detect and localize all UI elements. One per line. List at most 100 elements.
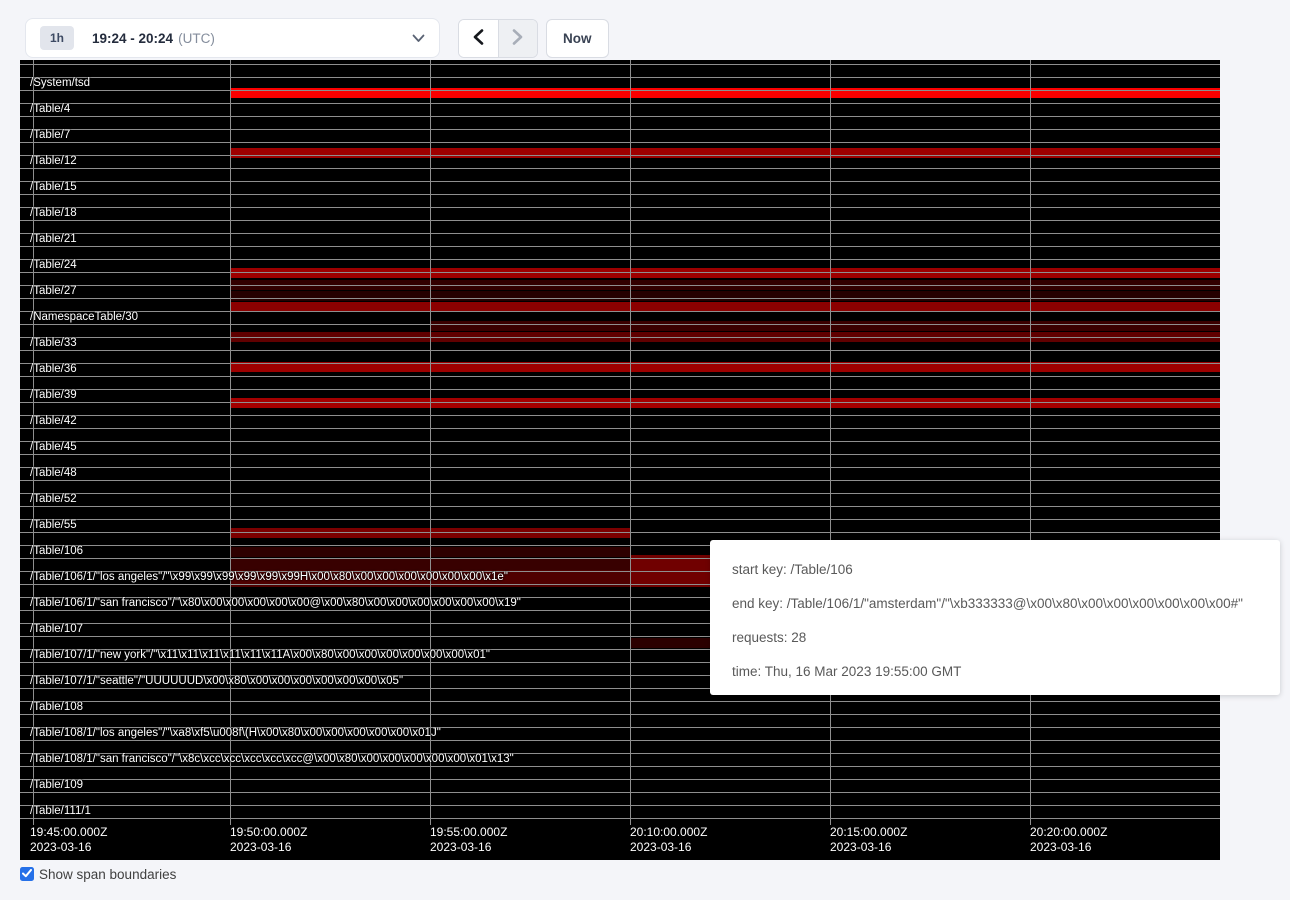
span-label: /Table/33 [30,337,77,350]
span-boundary-line [20,506,1220,507]
chevron-right-icon [512,29,523,48]
span-label: /System/tsd [30,77,90,90]
span-boundary-line [20,168,1220,169]
time-gridline [430,60,431,825]
span-label: /Table/108/1/"san francisco"/"\x8c\xcc\x… [30,753,514,766]
span-boundary-line [20,363,1220,364]
span-boundary-line [20,376,1220,377]
span-boundary-line [20,103,1220,104]
span-label: /Table/36 [30,363,77,376]
span-boundary-line [20,90,1220,91]
heat-band[interactable] [230,291,1220,301]
span-boundary-line [20,220,1220,221]
span-label: /Table/12 [30,155,77,168]
time-gridline [230,60,231,825]
span-label: /Table/106/1/"los angeles"/"\x99\x99\x99… [30,571,508,584]
span-label: /Table/18 [30,207,77,220]
previous-interval-button[interactable] [459,20,498,57]
span-boundary-line [20,480,1220,481]
heat-band[interactable] [230,398,1220,408]
tooltip-end-key: end key: /Table/106/1/"amsterdam"/"\xb33… [732,586,1258,620]
next-interval-button[interactable] [498,20,537,57]
span-boundary-line [20,818,1220,819]
key-visualizer-page: 1h 19:24 - 20:24 (UTC) Now /System/tsd/T… [0,0,1290,900]
span-label: /Table/106 [30,545,83,558]
show-span-boundaries-label[interactable]: Show span boundaries [39,866,176,883]
span-boundary-line [20,285,1220,286]
span-boundary-line [20,350,1220,351]
tooltip-start-key: start key: /Table/106 [732,552,1258,586]
span-label: /Table/42 [30,415,77,428]
span-boundary-line [20,454,1220,455]
show-span-boundaries-checkbox[interactable] [20,867,34,881]
span-boundary-line [20,181,1220,182]
span-boundary-line [20,337,1220,338]
span-boundary-line [20,116,1220,117]
span-label: /Table/106/1/"san francisco"/"\x80\x00\x… [30,597,521,610]
span-label: /NamespaceTable/30 [30,311,138,324]
span-boundary-line [20,64,1220,65]
span-boundary-line [20,792,1220,793]
heat-band[interactable] [230,148,1220,158]
span-boundary-line [20,207,1220,208]
span-label: /Table/55 [30,519,77,532]
heat-band[interactable] [230,268,1220,278]
span-boundary-line [20,779,1220,780]
time-range-text: 19:24 - 20:24 [92,31,173,46]
span-boundary-line [20,740,1220,741]
span-boundary-line [20,233,1220,234]
span-label: /Table/21 [30,233,77,246]
span-boundary-line [20,805,1220,806]
time-range-duration-badge: 1h [40,26,74,50]
span-boundary-line [20,714,1220,715]
span-boundary-line [20,298,1220,299]
span-label: /Table/45 [30,441,77,454]
time-range-selector[interactable]: 1h 19:24 - 20:24 (UTC) [25,18,440,58]
span-label: /Table/107 [30,623,83,636]
span-label: /Table/108 [30,701,83,714]
time-nav-group [458,19,538,58]
span-boundary-line [20,246,1220,247]
span-boundary-line [20,441,1220,442]
span-boundary-line [20,77,1220,78]
span-boundary-line [20,324,1220,325]
time-gridline [830,60,831,825]
chevron-down-icon [412,34,425,43]
span-boundary-line [20,259,1220,260]
span-boundary-line [20,701,1220,702]
span-boundary-line [20,155,1220,156]
span-boundary-line [20,142,1220,143]
time-range-zone: (UTC) [178,31,215,46]
span-boundary-line [20,493,1220,494]
span-label: /Table/107/1/"new york"/"\x11\x11\x11\x1… [30,649,490,662]
span-boundary-line [20,519,1220,520]
span-boundary-line [20,389,1220,390]
tooltip-time: time: Thu, 16 Mar 2023 19:55:00 GMT [732,654,1258,688]
span-label: /Table/4 [30,103,70,116]
x-axis-label: 19:45:00.000Z2023-03-16 [30,825,107,855]
span-label: /Table/52 [30,493,77,506]
span-label: /Table/108/1/"los angeles"/"\xa8\xf5\u00… [30,727,441,740]
span-tooltip: start key: /Table/106 end key: /Table/10… [710,540,1280,695]
time-gridline [630,60,631,825]
span-boundary-line [20,129,1220,130]
x-axis-label: 20:10:00.000Z2023-03-16 [630,825,707,855]
span-boundary-line [20,428,1220,429]
span-label: /Table/111/1 [30,805,91,818]
now-button[interactable]: Now [546,19,609,58]
span-label: /Table/109 [30,779,83,792]
span-label: /Table/15 [30,181,77,194]
span-label: /Table/107/1/"seattle"/"UUUUUUD\x00\x80\… [30,675,403,688]
time-gridline [1030,60,1031,825]
heatmap-canvas[interactable]: /System/tsd/Table/4/Table/7/Table/12/Tab… [20,60,1220,860]
span-boundary-line [20,272,1220,273]
x-axis-label: 20:20:00.000Z2023-03-16 [1030,825,1107,855]
toolbar: 1h 19:24 - 20:24 (UTC) Now [0,0,1290,60]
footer: Show span boundaries [20,866,176,883]
span-boundary-line [20,311,1220,312]
checkmark-icon [22,865,32,883]
heat-band[interactable] [430,321,1220,331]
span-label: /Table/39 [30,389,77,402]
span-boundary-line [20,766,1220,767]
span-boundary-line [20,415,1220,416]
